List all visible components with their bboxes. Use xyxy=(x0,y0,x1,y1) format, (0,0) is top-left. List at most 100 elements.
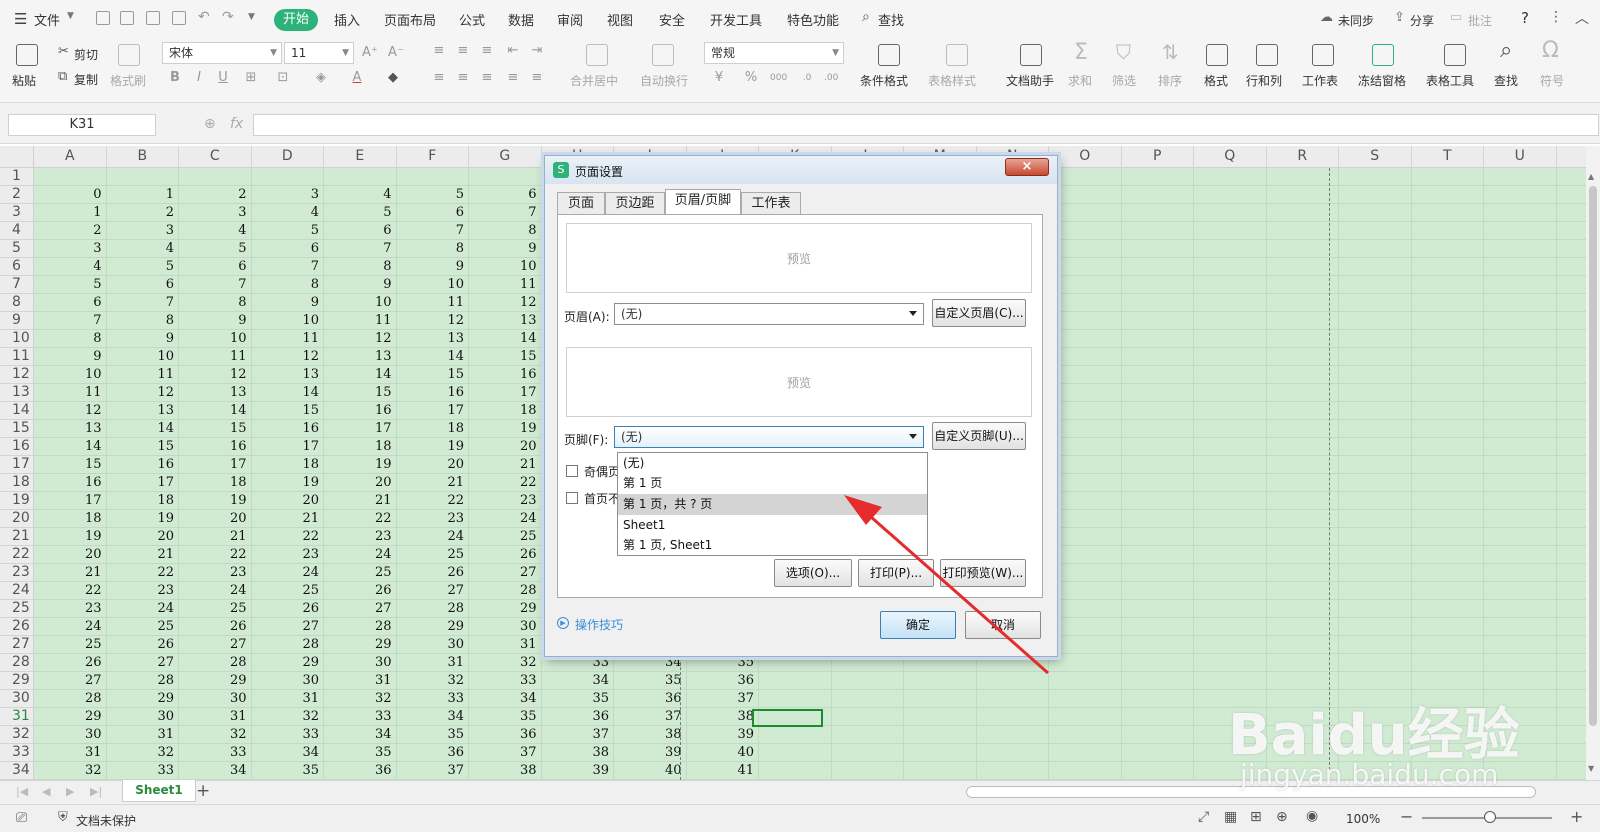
help-button[interactable]: ? xyxy=(1521,9,1529,27)
cell-d14[interactable]: 15 xyxy=(252,402,319,420)
row-header-19[interactable]: 19 xyxy=(0,492,34,510)
cell-d3[interactable]: 4 xyxy=(252,204,319,222)
vertical-scrollbar[interactable]: ▲ ▼ xyxy=(1586,146,1600,780)
cell-d24[interactable]: 25 xyxy=(252,582,319,600)
cell-f34[interactable]: 37 xyxy=(397,762,464,780)
cell-a2[interactable]: 0 xyxy=(34,186,101,204)
cell-d23[interactable]: 24 xyxy=(252,564,319,582)
row-header-20[interactable]: 20 xyxy=(0,510,34,528)
row-header-18[interactable]: 18 xyxy=(0,474,34,492)
cell-a13[interactable]: 11 xyxy=(34,384,102,402)
cell-c5[interactable]: 5 xyxy=(179,240,246,258)
freeze-button[interactable]: 冻结窗格 xyxy=(1358,72,1406,89)
number-format-select[interactable]: 常规 ▼ xyxy=(704,42,844,64)
cell-f32[interactable]: 35 xyxy=(397,726,464,744)
cell-f5[interactable]: 8 xyxy=(397,240,464,258)
wrap-text-button[interactable]: 自动换行 xyxy=(640,72,688,89)
row-header-13[interactable]: 13 xyxy=(0,384,34,402)
distribute-icon[interactable]: ≡ xyxy=(530,71,544,85)
cell-c12[interactable]: 12 xyxy=(179,366,247,384)
cell-f12[interactable]: 15 xyxy=(397,366,464,384)
cell-a11[interactable]: 9 xyxy=(34,348,101,366)
cell-e17[interactable]: 19 xyxy=(324,456,392,474)
column-header-v[interactable]: V xyxy=(1556,146,1586,168)
tab-special[interactable]: 特色功能 xyxy=(787,10,839,29)
cell-a31[interactable]: 29 xyxy=(34,708,102,726)
zoom-level[interactable]: 100% xyxy=(1346,812,1380,826)
row-header-27[interactable]: 27 xyxy=(0,636,34,654)
cell-d5[interactable]: 6 xyxy=(252,240,319,258)
indent-increase-icon[interactable]: ⇥ xyxy=(530,44,544,58)
cell-c32[interactable]: 32 xyxy=(179,726,247,744)
fullscreen-icon[interactable]: ⤢ xyxy=(1198,809,1209,825)
cell-c33[interactable]: 33 xyxy=(179,744,247,762)
cell-c15[interactable]: 15 xyxy=(179,420,247,438)
cell-c10[interactable]: 10 xyxy=(179,330,247,348)
cell-c13[interactable]: 13 xyxy=(179,384,247,402)
cell-c8[interactable]: 8 xyxy=(179,294,246,312)
filter-button[interactable]: 筛选 xyxy=(1112,72,1136,89)
cell-d31[interactable]: 32 xyxy=(252,708,319,726)
custom-footer-button[interactable]: 自定义页脚(U)... xyxy=(932,422,1026,450)
align-right-icon[interactable]: ≡ xyxy=(480,71,494,85)
cell-h32[interactable]: 37 xyxy=(542,726,609,744)
search-icon[interactable]: ⌕ xyxy=(862,9,870,25)
row-header-8[interactable]: 8 xyxy=(0,294,34,312)
cell-c22[interactable]: 22 xyxy=(179,546,247,564)
row-header-2[interactable]: 2 xyxy=(0,186,34,204)
search-menu[interactable]: 查找 xyxy=(878,10,904,29)
cell-f25[interactable]: 28 xyxy=(397,600,464,618)
cell-e30[interactable]: 32 xyxy=(324,690,392,708)
format-painter-button[interactable]: 格式刷 xyxy=(110,72,146,89)
cell-b4[interactable]: 3 xyxy=(107,222,174,240)
cell-j31[interactable]: 38 xyxy=(687,708,754,726)
cell-f8[interactable]: 11 xyxy=(397,294,464,312)
cell-e7[interactable]: 9 xyxy=(324,276,391,294)
cell-g14[interactable]: 18 xyxy=(469,402,537,420)
scroll-up-icon[interactable]: ▲ xyxy=(1588,172,1594,181)
cell-d27[interactable]: 28 xyxy=(252,636,319,654)
cell-c9[interactable]: 9 xyxy=(179,312,246,330)
normal-view-icon[interactable]: ▦ xyxy=(1224,809,1237,825)
tab-margins[interactable]: 页边距 xyxy=(605,192,665,214)
cell-a12[interactable]: 10 xyxy=(34,366,102,384)
cell-g9[interactable]: 13 xyxy=(469,312,537,330)
cell-e14[interactable]: 16 xyxy=(324,402,392,420)
cell-b28[interactable]: 27 xyxy=(107,654,174,672)
cell-e2[interactable]: 4 xyxy=(324,186,391,204)
cell-b20[interactable]: 19 xyxy=(107,510,174,528)
cell-a19[interactable]: 17 xyxy=(34,492,102,510)
cell-e32[interactable]: 34 xyxy=(324,726,392,744)
undo-icon[interactable]: ↶ xyxy=(198,9,210,25)
collapse-ribbon-icon[interactable]: ︿ xyxy=(1575,8,1589,28)
cell-d7[interactable]: 8 xyxy=(252,276,319,294)
cell-a27[interactable]: 25 xyxy=(34,636,102,654)
cell-c4[interactable]: 4 xyxy=(179,222,246,240)
cell-b8[interactable]: 7 xyxy=(107,294,174,312)
header-select[interactable]: (无) xyxy=(614,303,924,325)
row-col-button[interactable]: 行和列 xyxy=(1246,72,1282,89)
align-top-icon[interactable]: ≡ xyxy=(432,44,446,58)
cell-g19[interactable]: 23 xyxy=(469,492,537,510)
cell-b24[interactable]: 23 xyxy=(107,582,174,600)
decrease-font-icon[interactable]: A⁻ xyxy=(388,46,404,60)
cell-c20[interactable]: 20 xyxy=(179,510,247,528)
cell-g27[interactable]: 31 xyxy=(469,636,537,654)
worksheet-button[interactable]: 工作表 xyxy=(1302,72,1338,89)
paste-button[interactable]: 粘贴 xyxy=(12,72,36,89)
next-sheet-icon[interactable]: ▶ xyxy=(66,785,74,798)
cell-d19[interactable]: 20 xyxy=(252,492,319,510)
cell-a15[interactable]: 13 xyxy=(34,420,102,438)
cell-f31[interactable]: 34 xyxy=(397,708,464,726)
table-tools-button[interactable]: 表格工具 xyxy=(1426,72,1474,89)
cell-i32[interactable]: 38 xyxy=(614,726,682,744)
cell-f9[interactable]: 12 xyxy=(397,312,464,330)
cell-c6[interactable]: 6 xyxy=(179,258,246,276)
row-header-26[interactable]: 26 xyxy=(0,618,34,636)
currency-icon[interactable]: ¥ xyxy=(712,71,726,85)
cell-a17[interactable]: 15 xyxy=(34,456,102,474)
cell-d17[interactable]: 18 xyxy=(252,456,319,474)
scroll-down-icon[interactable]: ▼ xyxy=(1588,764,1594,773)
hamburger-icon[interactable]: ☰ xyxy=(14,10,27,28)
cell-a9[interactable]: 7 xyxy=(34,312,101,330)
